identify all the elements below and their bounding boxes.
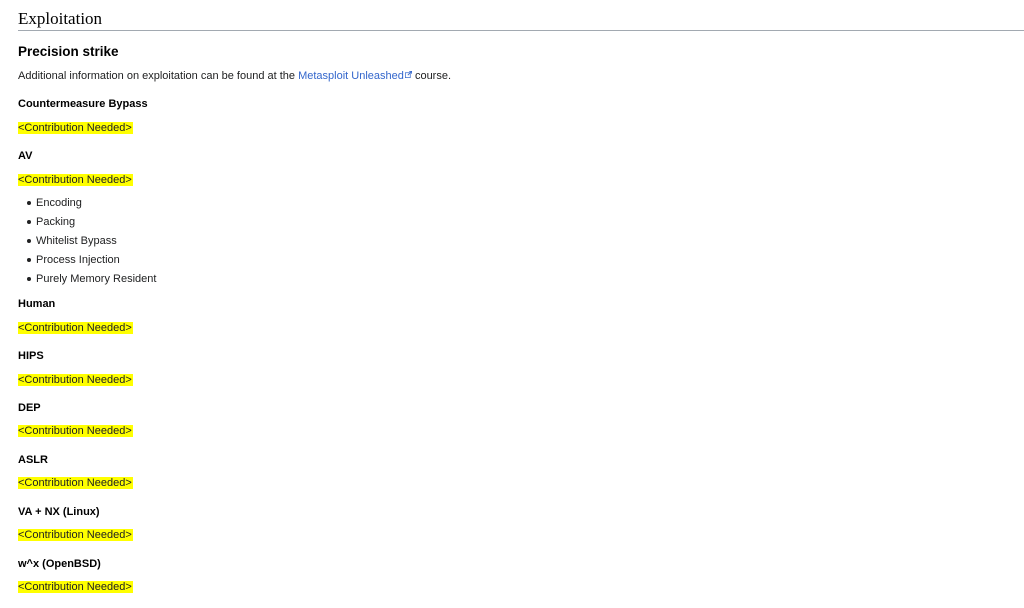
av-technique-list: Encoding Packing Whitelist Bypass Proces… — [27, 196, 156, 291]
intro-text-after: course. — [411, 70, 452, 82]
list-item: Process Injection — [27, 253, 156, 272]
contribution-needed-label: <Contribution Needed> — [18, 322, 133, 334]
contribution-needed-label: <Contribution Needed> — [18, 174, 133, 186]
contribution-needed-dep: <Contribution Needed> — [18, 424, 133, 438]
contribution-needed-wx-openbsd: <Contribution Needed> — [18, 580, 133, 594]
heading-dep: DEP — [18, 402, 41, 414]
list-item: Packing — [27, 215, 156, 234]
contribution-needed-va-nx-linux: <Contribution Needed> — [18, 528, 133, 542]
heading-hips: HIPS — [18, 350, 44, 362]
contribution-needed-label: <Contribution Needed> — [18, 581, 133, 593]
page-content: Exploitation Precision strike Additional… — [18, 0, 1024, 593]
intro-paragraph: Additional information on exploitation c… — [18, 68, 451, 84]
contribution-needed-label: <Contribution Needed> — [18, 477, 133, 489]
external-link-icon[interactable] — [404, 71, 412, 78]
bullet-icon — [27, 239, 31, 243]
contribution-needed-label: <Contribution Needed> — [18, 122, 133, 134]
metasploit-unleashed-link[interactable]: Metasploit Unleashed — [298, 70, 404, 82]
contribution-needed-human: <Contribution Needed> — [18, 321, 133, 335]
heading-wx-openbsd: w^x (OpenBSD) — [18, 558, 101, 570]
list-item: Encoding — [27, 196, 156, 215]
heading-va-nx-linux: VA + NX (Linux) — [18, 506, 100, 518]
heading-aslr: ASLR — [18, 454, 48, 466]
contribution-needed-label: <Contribution Needed> — [18, 425, 133, 437]
list-item: Purely Memory Resident — [27, 272, 156, 291]
subsection-heading-precision-strike: Precision strike — [18, 44, 119, 59]
contribution-needed-countermeasure-bypass: <Contribution Needed> — [18, 121, 133, 135]
list-item-label: Packing — [36, 216, 76, 228]
bullet-icon — [27, 277, 31, 281]
list-item-label: Encoding — [36, 197, 82, 209]
bullet-icon — [27, 201, 31, 205]
list-item-label: Process Injection — [36, 254, 120, 266]
contribution-needed-label: <Contribution Needed> — [18, 529, 133, 541]
heading-human: Human — [18, 298, 56, 310]
contribution-needed-av: <Contribution Needed> — [18, 173, 133, 187]
list-item-label: Purely Memory Resident — [36, 273, 157, 285]
section-heading-exploitation: Exploitation — [18, 0, 1024, 31]
list-item: Whitelist Bypass — [27, 234, 156, 253]
list-item-label: Whitelist Bypass — [36, 235, 117, 247]
heading-countermeasure-bypass: Countermeasure Bypass — [18, 98, 148, 110]
contribution-needed-aslr: <Contribution Needed> — [18, 476, 133, 490]
bullet-icon — [27, 258, 31, 262]
heading-av: AV — [18, 150, 33, 162]
contribution-needed-hips: <Contribution Needed> — [18, 373, 133, 387]
intro-text-before: Additional information on exploitation c… — [18, 70, 299, 82]
contribution-needed-label: <Contribution Needed> — [18, 374, 133, 386]
bullet-icon — [27, 220, 31, 224]
